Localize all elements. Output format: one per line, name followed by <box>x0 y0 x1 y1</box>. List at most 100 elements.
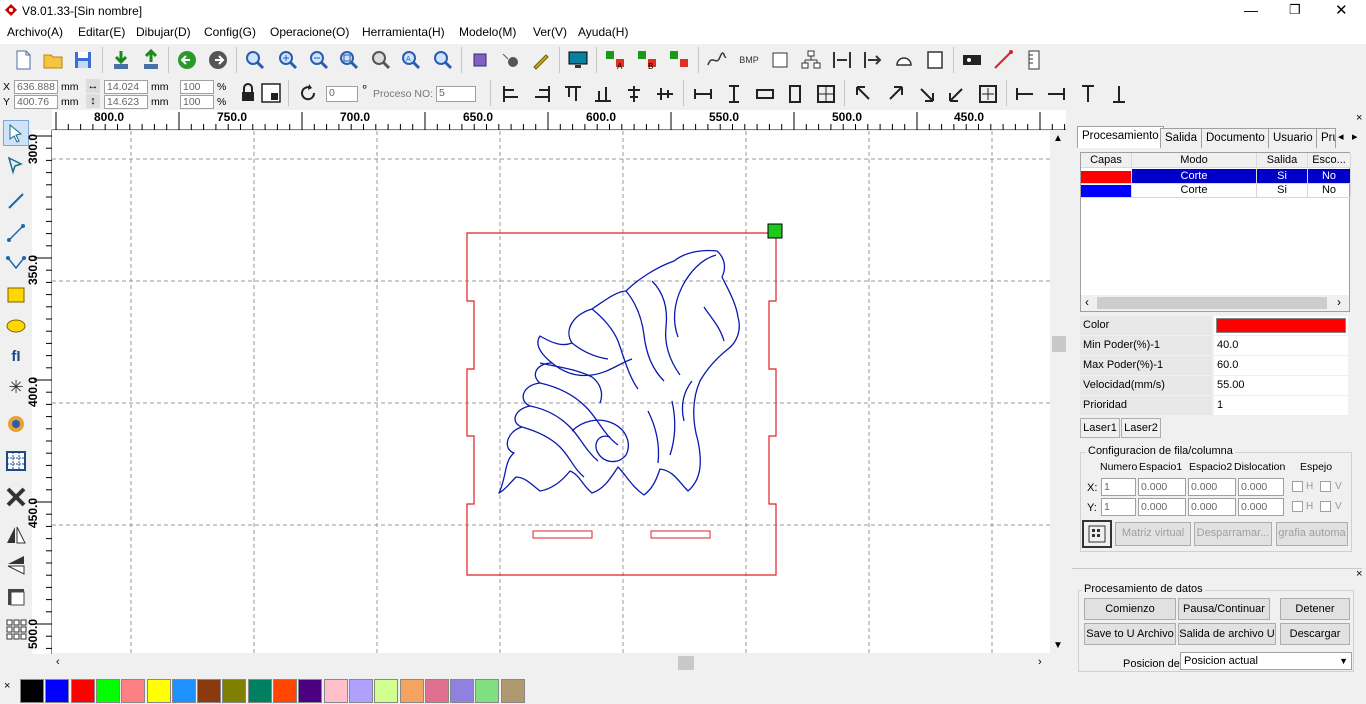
same-size-icon[interactable] <box>752 81 778 107</box>
color-swatch[interactable] <box>323 679 348 703</box>
align-left-icon[interactable] <box>498 81 524 107</box>
scroll-down-icon[interactable]: ▼ <box>1053 640 1063 651</box>
grid-array-icon[interactable] <box>3 448 29 474</box>
start-button[interactable]: Comienzo <box>1084 598 1176 620</box>
stop-button[interactable]: Detener <box>1280 598 1350 620</box>
same-height-icon[interactable] <box>721 81 747 107</box>
polyline-tool-icon[interactable] <box>3 220 29 246</box>
color-swatch[interactable] <box>247 679 272 703</box>
layer-mode[interactable]: Corte <box>1132 169 1257 184</box>
redo-icon[interactable] <box>205 47 231 73</box>
tab-scroll-right-icon[interactable]: ▸ <box>1352 130 1358 143</box>
layer-color-swatch[interactable] <box>1081 171 1132 184</box>
dock-bottom-icon[interactable] <box>1106 81 1132 107</box>
zoom-in-icon[interactable] <box>242 47 268 73</box>
zoom-all-icon[interactable] <box>430 47 456 73</box>
palette-close-icon[interactable]: × <box>4 680 10 692</box>
open-folder-icon[interactable] <box>40 47 66 73</box>
menu-herramienta[interactable]: Herramienta(H) <box>362 25 445 39</box>
menu-modelo[interactable]: Modelo(M) <box>459 25 516 39</box>
node-icon[interactable] <box>498 47 524 73</box>
color-swatch[interactable] <box>45 679 70 703</box>
select-rect-icon[interactable] <box>467 47 493 73</box>
array-x-number[interactable]: 1 <box>1101 478 1136 496</box>
color-swatch[interactable] <box>500 679 525 703</box>
tree-icon[interactable] <box>798 47 824 73</box>
menu-ayuda[interactable]: Ayuda(H) <box>578 25 628 39</box>
mirror-x-h-checkbox[interactable] <box>1292 481 1303 492</box>
move-bl-icon[interactable] <box>944 81 970 107</box>
panel-close-icon[interactable]: × <box>1356 112 1362 124</box>
layer-hide[interactable]: No <box>1308 183 1351 198</box>
tab-procesamiento[interactable]: Procesamiento <box>1077 126 1164 148</box>
color-swatch[interactable] <box>20 679 44 703</box>
menu-archivo[interactable]: Archivo(A) <box>7 25 63 39</box>
proceso-field[interactable]: 5 <box>436 86 476 102</box>
align-bottom-icon[interactable] <box>590 81 616 107</box>
layers-hscroll[interactable]: ‹ › <box>1081 295 1349 311</box>
horizontal-scrollbar[interactable]: ‹ › <box>52 655 1050 671</box>
frame-icon[interactable] <box>3 584 29 610</box>
move-center-icon[interactable] <box>975 81 1001 107</box>
new-file-icon[interactable] <box>10 47 36 73</box>
width-lock-icon[interactable]: ↔ <box>86 79 100 93</box>
array-x-dislocation[interactable]: 0.000 <box>1238 478 1284 496</box>
vertical-scrollbar[interactable]: ▲ ▼ <box>1050 131 1066 654</box>
align-top-icon[interactable] <box>560 81 586 107</box>
device-icon[interactable] <box>959 47 985 73</box>
prop-min-power-value[interactable]: 40.0 <box>1214 336 1348 355</box>
layer-output[interactable]: Si <box>1257 183 1308 198</box>
layers-hscroll-thumb[interactable] <box>1097 297 1327 309</box>
minimize-icon[interactable]: — <box>1244 2 1258 18</box>
color-swatch[interactable] <box>197 679 222 703</box>
rotation-field[interactable]: 0 <box>326 86 358 102</box>
height-field[interactable]: 14.623 <box>104 95 148 109</box>
color-swatch[interactable] <box>222 679 247 703</box>
zoom-plus-icon[interactable] <box>275 47 301 73</box>
zoom-select-icon[interactable]: A <box>398 47 424 73</box>
array-y-dislocation[interactable]: 0.000 <box>1238 498 1284 516</box>
scroll-right-icon[interactable]: › <box>1038 656 1042 668</box>
center-page-icon[interactable] <box>813 81 839 107</box>
drawing-canvas[interactable] <box>52 131 1050 653</box>
align-right-icon[interactable] <box>529 81 555 107</box>
layer-mode[interactable]: Corte <box>1132 183 1257 198</box>
scroll-left-icon[interactable]: ‹ <box>56 656 60 668</box>
hscroll-thumb[interactable] <box>678 656 694 670</box>
rotate-icon[interactable] <box>295 80 321 106</box>
color-swatch[interactable] <box>424 679 449 703</box>
auto-layout-button[interactable]: grafia automa <box>1276 522 1348 546</box>
restore-icon[interactable]: ❐ <box>1289 2 1301 18</box>
ellipse-tool-icon[interactable] <box>3 313 29 339</box>
text-tool-icon[interactable]: fI <box>3 343 29 369</box>
mirror-y-h-checkbox[interactable] <box>1292 501 1303 512</box>
bmp-icon[interactable]: BMP <box>736 47 762 73</box>
array-y-space1[interactable]: 0.000 <box>1138 498 1186 516</box>
zoom-minus-icon[interactable] <box>306 47 332 73</box>
laser2-tab[interactable]: Laser2 <box>1121 418 1161 438</box>
dock-left-icon[interactable] <box>1012 81 1038 107</box>
y-position-field[interactable]: 400.76 <box>14 95 58 109</box>
menu-config[interactable]: Config(G) <box>204 25 256 39</box>
save-icon[interactable] <box>70 47 96 73</box>
color-swatch[interactable] <box>374 679 399 703</box>
x-position-field[interactable]: 636.888 <box>14 80 58 94</box>
tab-scroll-left-icon[interactable]: ◂ <box>1338 130 1344 143</box>
import-icon[interactable] <box>108 47 134 73</box>
layer-color-swatch[interactable] <box>1081 185 1132 198</box>
data-panel-close-icon[interactable]: × <box>1356 568 1362 580</box>
move-br-icon[interactable] <box>913 81 939 107</box>
color-swatch[interactable] <box>70 679 95 703</box>
menu-operacione[interactable]: Operacione(O) <box>270 25 349 39</box>
array-a-icon[interactable]: A <box>602 47 628 73</box>
same-width-icon[interactable] <box>690 81 716 107</box>
rectangle-tool-icon[interactable] <box>3 282 29 308</box>
move-tl-icon[interactable] <box>851 81 877 107</box>
export-icon[interactable] <box>138 47 164 73</box>
tab-salida[interactable]: Salida <box>1160 128 1202 148</box>
zoom-fit-icon[interactable] <box>336 47 362 73</box>
undo-icon[interactable] <box>174 47 200 73</box>
move-tr-icon[interactable] <box>882 81 908 107</box>
rect-tool-icon[interactable] <box>767 47 793 73</box>
align-v-icon[interactable] <box>860 47 886 73</box>
